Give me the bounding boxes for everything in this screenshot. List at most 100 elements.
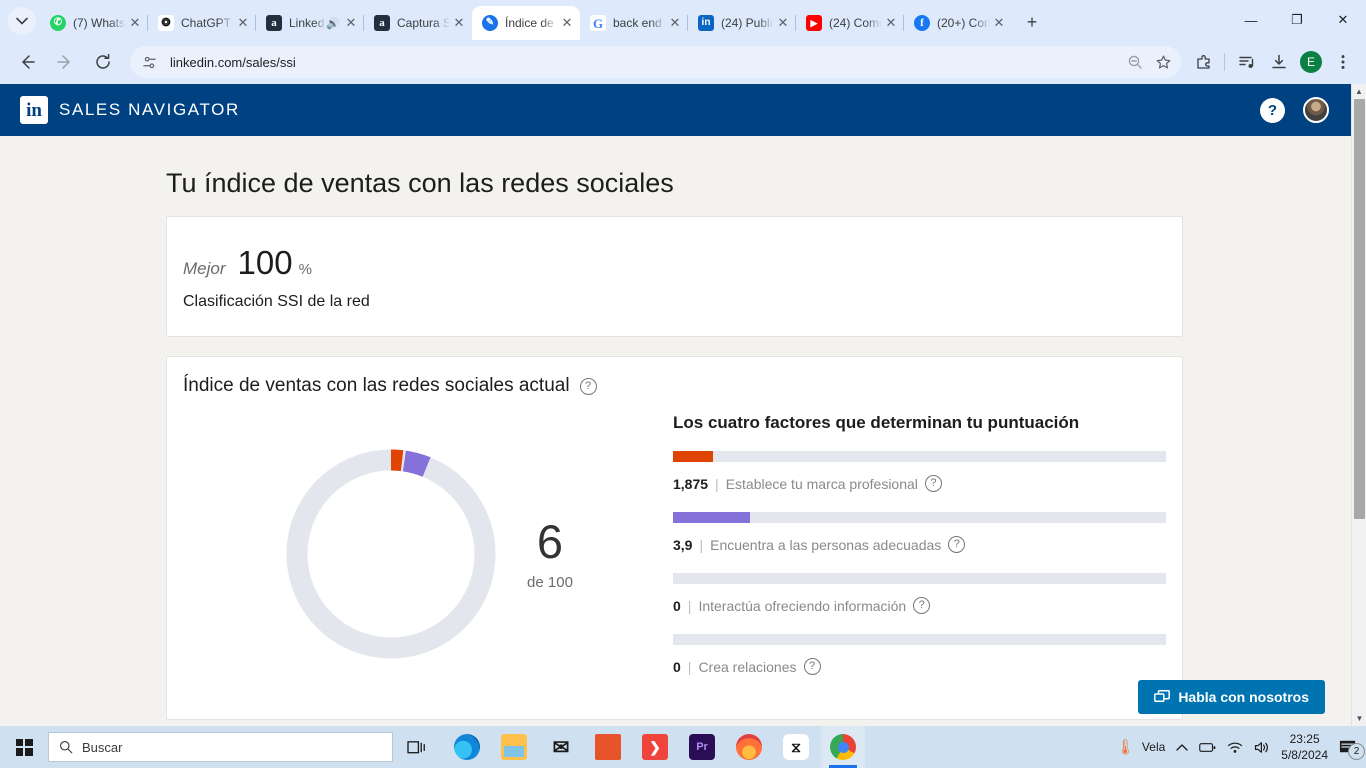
page-viewport: in SALES NAVIGATOR ? Tu índice de ventas… xyxy=(0,84,1366,726)
taskbar-search-input[interactable]: Buscar xyxy=(48,732,393,762)
maximize-button[interactable]: ❐ xyxy=(1274,3,1320,37)
show-hidden-icons-button[interactable] xyxy=(1176,743,1188,752)
page-scrollbar[interactable]: ▲ ▼ xyxy=(1351,84,1366,726)
ssi-score-block: 6 de 100 xyxy=(527,518,573,591)
browser-tab[interactable]: ❂ ChatGPT ✕ xyxy=(147,6,256,40)
taskbar-app-capcut[interactable]: ⧖ xyxy=(774,726,818,768)
taskbar-app-chrome[interactable] xyxy=(821,726,865,768)
ssi-score-max: de 100 xyxy=(527,573,573,591)
tab-close-button[interactable]: ✕ xyxy=(342,14,360,32)
clock-time: 23:25 xyxy=(1289,731,1320,746)
browser-tab[interactable]: f (20+) Con ✕ xyxy=(903,6,1012,40)
tab-audio-icon[interactable]: 🔊 xyxy=(326,17,340,30)
browser-tab[interactable]: ▶ (24) Como ✕ xyxy=(795,6,904,40)
brand-logo[interactable]: in SALES NAVIGATOR xyxy=(20,96,240,124)
show-hidden-icons-icon xyxy=(1176,743,1188,751)
zoom-out-icon[interactable] xyxy=(1121,48,1149,76)
tab-close-button[interactable]: ✕ xyxy=(558,14,576,32)
tab-close-button[interactable]: ✕ xyxy=(666,14,684,32)
notifications-button[interactable]: 2 xyxy=(1339,739,1365,760)
reload-icon xyxy=(96,53,110,69)
factor-bar-track xyxy=(673,451,1166,462)
tab-close-button[interactable]: ✕ xyxy=(774,14,792,32)
scroll-down-button[interactable]: ▼ xyxy=(1352,711,1366,726)
weather-widget[interactable]: 🌡 Vela xyxy=(1116,738,1165,756)
help-icon[interactable]: ? xyxy=(1260,97,1285,123)
tab-close-button[interactable]: ✕ xyxy=(450,14,468,32)
factor-bar-track xyxy=(673,573,1166,584)
chrome-menu-button[interactable] xyxy=(1328,47,1358,77)
browser-tab[interactable]: in (24) Publi ✕ xyxy=(687,6,796,40)
scrollbar-thumb[interactable] xyxy=(1354,99,1365,519)
youtube-icon: ▶ xyxy=(806,15,822,31)
factor-value: 1,875 xyxy=(673,475,709,492)
taskbar-app-edge[interactable] xyxy=(445,726,489,768)
toolbar-separator xyxy=(1224,53,1225,71)
browser-tab[interactable]: a Captura S ✕ xyxy=(363,6,472,40)
chat-with-us-button[interactable]: Habla con nosotros xyxy=(1138,680,1325,714)
tab-search-button[interactable] xyxy=(8,7,36,35)
help-icon[interactable]: ? xyxy=(924,475,942,492)
chat-bubble-icon xyxy=(1154,689,1171,702)
help-icon[interactable]: ? xyxy=(948,536,966,553)
taskbar-app-anydesk[interactable]: ❯ xyxy=(633,726,677,768)
scroll-up-button[interactable]: ▲ xyxy=(1352,84,1366,99)
help-icon[interactable]: ? xyxy=(803,658,821,675)
extensions-icon xyxy=(1197,55,1210,69)
factor-separator: | xyxy=(687,658,692,675)
taskbar-app-premiere[interactable]: Pr xyxy=(680,726,724,768)
bookmark-star-icon[interactable] xyxy=(1149,48,1177,76)
linkedin-icon: in xyxy=(698,15,714,31)
help-icon[interactable]: ? xyxy=(579,377,597,395)
donut-track xyxy=(286,449,496,659)
browser-tab[interactable]: ✆ (7) Whats ✕ xyxy=(40,6,148,40)
system-tray: 🌡 Vela 23:25 5/8/2024 2 xyxy=(1116,731,1366,763)
browser-tab[interactable]: G back end ✕ xyxy=(580,6,688,40)
tab-close-button[interactable]: ✕ xyxy=(126,14,144,32)
close-window-button[interactable]: ✕ xyxy=(1320,3,1366,37)
chatgpt-icon: ❂ xyxy=(158,15,174,31)
back-button[interactable] xyxy=(11,46,43,78)
new-tab-button[interactable]: + xyxy=(1018,8,1046,36)
start-button[interactable] xyxy=(0,726,48,768)
taskbar-app-mail[interactable]: ✉ xyxy=(539,726,583,768)
tab-title: (7) Whats xyxy=(73,16,126,30)
avatar[interactable] xyxy=(1303,97,1329,123)
volume-icon xyxy=(1255,741,1269,753)
factor-caption: 3,9 | Encuentra a las personas adecuadas… xyxy=(673,536,1166,553)
minimize-button[interactable]: — xyxy=(1228,3,1274,37)
factor-separator: | xyxy=(687,597,692,614)
office-icon xyxy=(595,734,621,760)
tab-title: (24) Publi xyxy=(721,16,773,30)
tab-close-button[interactable]: ✕ xyxy=(882,14,900,32)
browser-tab-active[interactable]: ✎ Índice de ✕ xyxy=(472,6,580,40)
volume-button[interactable] xyxy=(1254,741,1270,754)
browser-tab[interactable]: a Linked 🔊 ✕ xyxy=(255,6,364,40)
help-icon[interactable]: ? xyxy=(913,597,931,614)
profile-button[interactable]: E xyxy=(1296,47,1326,77)
whatsapp-icon: ✆ xyxy=(50,15,66,31)
battery-button[interactable] xyxy=(1199,742,1216,753)
ssi-card-body: 6 de 100 Los cuatro factores que determi… xyxy=(183,413,1166,695)
linkedin-logo-icon: in xyxy=(20,96,48,124)
factor-value: 0 xyxy=(673,658,681,675)
address-bar[interactable]: linkedin.com/sales/ssi xyxy=(130,46,1181,78)
extensions-button[interactable] xyxy=(1189,47,1219,77)
site-settings-icon[interactable] xyxy=(136,49,162,75)
forward-button[interactable] xyxy=(49,46,81,78)
tab-close-button[interactable]: ✕ xyxy=(990,14,1008,32)
downloads-button[interactable] xyxy=(1264,47,1294,77)
wifi-button[interactable] xyxy=(1227,741,1243,754)
search-icon xyxy=(60,741,73,754)
reading-list-button[interactable] xyxy=(1232,47,1262,77)
taskbar-app-firefox[interactable] xyxy=(727,726,771,768)
taskbar-app-file-explorer[interactable] xyxy=(492,726,536,768)
taskbar-clock[interactable]: 23:25 5/8/2024 xyxy=(1281,731,1328,763)
task-view-button[interactable] xyxy=(393,739,439,756)
reload-button[interactable] xyxy=(87,46,119,78)
taskbar-app-office[interactable] xyxy=(586,726,630,768)
ssi-factors-column: Los cuatro factores que determinan tu pu… xyxy=(661,413,1166,695)
tab-close-button[interactable]: ✕ xyxy=(234,14,252,32)
factor-value: 0 xyxy=(673,597,681,614)
factor-caption: 0 | Interactúa ofreciendo información ? xyxy=(673,597,1166,614)
